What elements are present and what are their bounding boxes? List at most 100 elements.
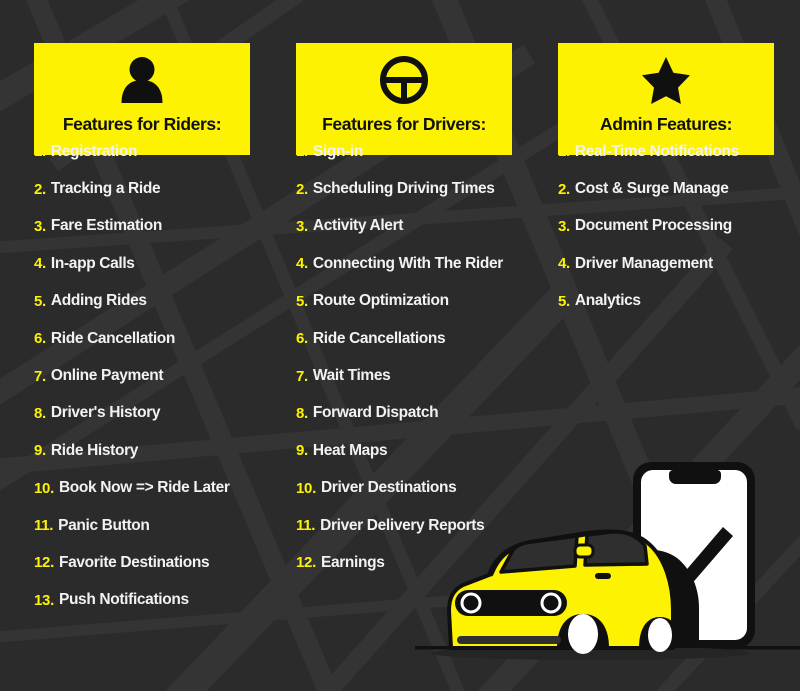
list-item: 12. Favorite Destinations — [34, 544, 294, 581]
list-item: 13. Push Notifications — [34, 582, 294, 619]
list-item-number: 9. — [296, 442, 308, 460]
list-item-number: 11. — [34, 517, 54, 535]
list-item-number: 1. — [558, 143, 570, 161]
list-item: 1. Real-Time Notifications — [558, 133, 800, 170]
list-item: 9. Heat Maps — [296, 432, 556, 469]
list-item: 5. Analytics — [558, 283, 800, 320]
list-item: 1. Registration — [34, 133, 294, 170]
list-item-label: Ride History — [50, 441, 139, 459]
list-item-label: Sign-in — [312, 142, 363, 160]
column-title-admin: Admin Features: — [599, 114, 733, 134]
list-item-label: Activity Alert — [312, 217, 404, 235]
list-item-label: Driver Delivery Reports — [320, 516, 485, 534]
list-item-number: 13. — [34, 591, 54, 609]
list-item-number: 3. — [558, 217, 570, 235]
list-item-number: 3. — [296, 217, 308, 235]
person-icon — [120, 55, 164, 105]
list-item-number: 7. — [34, 367, 46, 385]
list-item-label: Fare Estimation — [50, 217, 162, 235]
list-item-number: 7. — [296, 367, 308, 385]
list-item-label: Driver's History — [50, 404, 161, 422]
list-item: 7. Online Payment — [34, 357, 294, 394]
list-item-label: Analytics — [574, 292, 641, 310]
list-item: 7. Wait Times — [296, 357, 556, 394]
feature-list-riders: 1. Registration 2. Tracking a Ride 3. Fare Es… — [34, 133, 294, 619]
list-item-label: Scheduling Driving Times — [312, 180, 495, 198]
list-item-label: Driver Destinations — [320, 479, 457, 497]
list-item: 5. Route Optimization — [296, 283, 556, 320]
list-item-number: 5. — [558, 292, 570, 310]
list-item-label: Earnings — [320, 553, 385, 571]
list-item: 2. Tracking a Ride — [34, 170, 294, 207]
list-item: 10. Driver Destinations — [296, 470, 556, 507]
list-item-number: 5. — [296, 292, 308, 310]
smartphone-illustration — [633, 462, 755, 648]
list-item-label: Real-Time Notifications — [574, 142, 739, 160]
list-item: 12. Earnings — [296, 544, 556, 581]
list-item-label: Wait Times — [312, 367, 391, 385]
ground-line — [415, 646, 800, 660]
list-item-number: 8. — [34, 404, 46, 422]
infographic-canvas: Features for Riders: Features for Driver… — [0, 0, 800, 691]
column-title-riders: Features for Riders: — [62, 114, 222, 134]
list-item: 11. Panic Button — [34, 507, 294, 544]
list-item-number: 5. — [34, 292, 46, 310]
list-item-number: 8. — [296, 404, 308, 422]
list-item-number: 1. — [34, 143, 46, 161]
list-item: 6. Ride Cancellations — [296, 320, 556, 357]
list-item-label: Tracking a Ride — [50, 180, 161, 198]
list-item: 3. Activity Alert — [296, 208, 556, 245]
star-icon — [641, 55, 691, 105]
list-item: 5. Adding Rides — [34, 283, 294, 320]
steering-wheel-icon — [380, 55, 428, 105]
list-item-number: 10. — [296, 479, 316, 497]
list-item-label: Panic Button — [58, 516, 150, 534]
list-item-label: Forward Dispatch — [312, 404, 439, 422]
checkmark-icon — [654, 527, 733, 594]
list-item-number: 12. — [34, 554, 54, 572]
list-item-number: 10. — [34, 479, 54, 497]
list-item-label: Document Processing — [574, 217, 732, 235]
list-item-label: Driver Management — [574, 254, 713, 272]
list-item-number: 6. — [296, 330, 308, 348]
list-item: 2. Cost & Surge Manage — [558, 170, 800, 207]
list-item-label: Adding Rides — [50, 292, 147, 310]
list-item: 10. Book Now => Ride Later — [34, 470, 294, 507]
list-item-label: Ride Cancellation — [50, 329, 176, 347]
list-item: 4. Driver Management — [558, 245, 800, 282]
list-item: 9. Ride History — [34, 432, 294, 469]
list-item: 3. Document Processing — [558, 208, 800, 245]
list-item-number: 1. — [296, 143, 308, 161]
list-item-label: Cost & Surge Manage — [574, 180, 729, 198]
list-item-label: Push Notifications — [58, 591, 189, 609]
list-item: 8. Driver's History — [34, 395, 294, 432]
list-item-label: Book Now => Ride Later — [58, 479, 230, 497]
list-item-number: 3. — [34, 217, 46, 235]
list-item: 6. Ride Cancellation — [34, 320, 294, 357]
list-item-number: 9. — [34, 442, 46, 460]
list-item: 4. Connecting With The Rider — [296, 245, 556, 282]
list-item-number: 2. — [296, 180, 308, 198]
feature-list-drivers: 1. Sign-in 2. Scheduling Driving Times 3. Act… — [296, 133, 556, 582]
list-item: 11. Driver Delivery Reports — [296, 507, 556, 544]
list-item-number: 2. — [34, 180, 46, 198]
list-item-number: 6. — [34, 330, 46, 348]
list-item-label: Favorite Destinations — [58, 553, 210, 571]
list-item-number: 4. — [34, 255, 46, 273]
list-item: 2. Scheduling Driving Times — [296, 170, 556, 207]
list-item-number: 11. — [296, 517, 316, 535]
list-item-number: 4. — [296, 255, 308, 273]
list-item-label: Route Optimization — [312, 292, 449, 310]
list-item-label: Connecting With The Rider — [312, 254, 503, 272]
list-item-number: 12. — [296, 554, 316, 572]
feature-list-admin: 1. Real-Time Notifications 2. Cost & Surge … — [558, 133, 800, 320]
list-item-number: 2. — [558, 180, 570, 198]
list-item-label: Registration — [50, 142, 138, 160]
list-item-number: 4. — [558, 255, 570, 273]
list-item-label: Ride Cancellations — [312, 329, 446, 347]
list-item: 4. In-app Calls — [34, 245, 294, 282]
list-item: 3. Fare Estimation — [34, 208, 294, 245]
list-item-label: Online Payment — [50, 367, 164, 385]
list-item-label: Heat Maps — [312, 441, 388, 459]
list-item-label: In-app Calls — [50, 254, 135, 272]
